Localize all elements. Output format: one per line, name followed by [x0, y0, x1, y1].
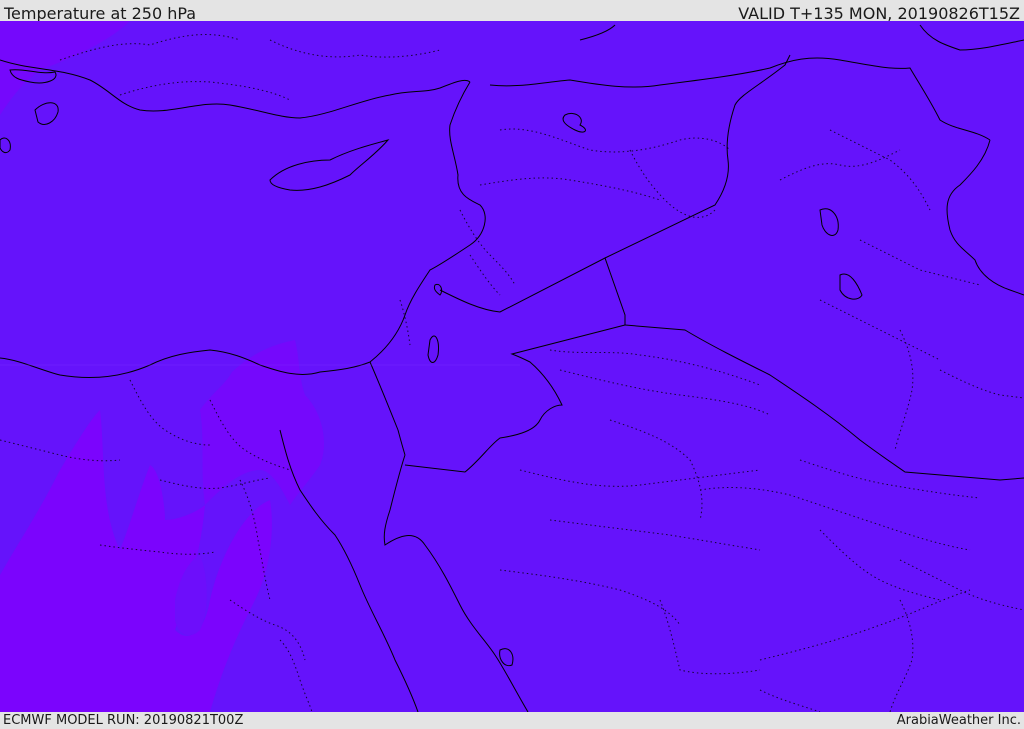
footer-bar: ECMWF MODEL RUN: 20190821T00Z ArabiaWeat… — [0, 712, 1024, 729]
map-canvas[interactable] — [0, 21, 1024, 712]
header-bar: Temperature at 250 hPa VALID T+135 MON, … — [0, 0, 1024, 23]
temperature-map-svg — [0, 21, 1024, 712]
weather-map-page: Temperature at 250 hPa VALID T+135 MON, … — [0, 0, 1024, 729]
model-run-label: ECMWF MODEL RUN: 20190821T00Z — [3, 713, 244, 728]
credit-label: ArabiaWeather Inc. — [896, 713, 1021, 728]
